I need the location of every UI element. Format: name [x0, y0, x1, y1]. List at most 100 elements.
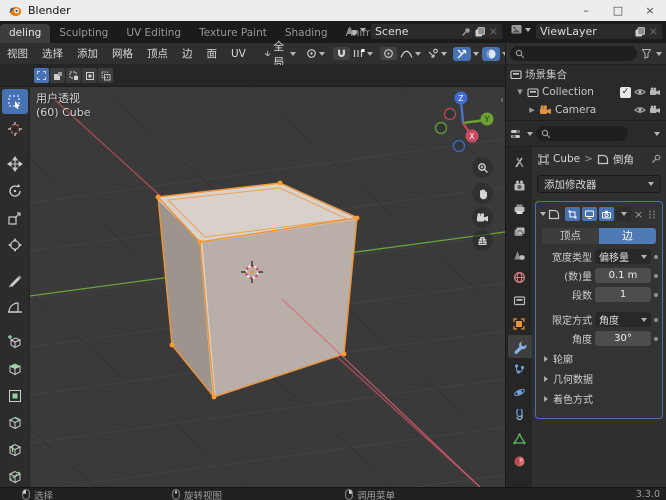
scene-unlink-icon[interactable]: × [489, 25, 498, 38]
menu-add[interactable]: 添加 [70, 46, 105, 61]
editor-type-chevron[interactable] [527, 131, 533, 136]
viewport-shading-button[interactable] [481, 46, 500, 61]
breadcrumb-modifier[interactable]: 倒角 [613, 152, 634, 167]
tab-particles[interactable] [506, 358, 532, 381]
tab-tool[interactable] [506, 151, 532, 174]
add-modifier-button[interactable]: 添加修改器 [537, 175, 661, 193]
affect-vertices-button[interactable]: 顶点 [542, 228, 599, 244]
outliner-search-field[interactable] [510, 46, 637, 61]
breadcrumb-object[interactable]: Cube [553, 153, 580, 165]
viewlayer-remove-icon[interactable]: × [649, 25, 658, 38]
tool-add-cube-button[interactable] [2, 329, 28, 354]
select-mode-invert-button[interactable] [82, 68, 97, 83]
menu-face[interactable]: 面 [200, 46, 225, 61]
eye-icon[interactable] [634, 87, 646, 97]
gizmo-axis-neg-x[interactable] [443, 107, 457, 121]
tool-loop-cut-button[interactable] [2, 437, 28, 462]
tool-select-box-button[interactable] [1, 89, 28, 114]
outliner-row-collection[interactable]: ▼ Collection ✓ [506, 83, 666, 101]
tool-rotate-button[interactable] [2, 178, 28, 203]
tab-render[interactable] [506, 174, 532, 197]
animate-dot[interactable] [654, 254, 658, 259]
duplicate-icon[interactable] [474, 26, 486, 38]
collection-checkbox[interactable]: ✓ [620, 86, 631, 98]
falloff-dropdown[interactable] [397, 47, 424, 60]
modifier-delete-icon[interactable]: × [634, 208, 643, 221]
menu-edge[interactable]: 边 [175, 46, 200, 61]
tool-move-button[interactable] [2, 151, 28, 176]
tool-annotate-button[interactable] [2, 267, 28, 292]
tab-view-layer[interactable] [506, 220, 532, 243]
segments-field[interactable]: 1 [595, 287, 651, 302]
cube-mesh[interactable] [155, 180, 360, 400]
maximize-button[interactable]: □ [602, 0, 634, 21]
camera-expand-icon[interactable]: ▶ [528, 106, 536, 114]
tool-cursor-button[interactable] [2, 116, 28, 141]
pivot-point-dropdown[interactable] [303, 47, 328, 60]
animate-dot[interactable] [654, 336, 658, 341]
sidebar-collapse-arrow[interactable]: ‹ [500, 95, 504, 106]
tab-physics[interactable] [506, 381, 532, 404]
zoom-view-button[interactable] [472, 157, 493, 178]
gizmo-axis-neg-y[interactable] [434, 121, 448, 135]
menu-vertex[interactable]: 顶点 [140, 46, 175, 61]
tab-output[interactable] [506, 197, 532, 220]
angle-field[interactable]: 30° [595, 331, 651, 346]
menu-mesh[interactable]: 网格 [105, 46, 140, 61]
tab-collection-properties[interactable] [506, 289, 532, 312]
tab-scene[interactable] [506, 243, 532, 266]
snap-toggle[interactable] [332, 47, 350, 60]
outliner-row-scene-collection[interactable]: 场景集合 [506, 65, 666, 83]
tool-transform-button[interactable] [2, 232, 28, 257]
pin-icon[interactable] [461, 27, 471, 37]
tab-modifier-properties[interactable] [508, 335, 532, 358]
tab-world[interactable] [506, 266, 532, 289]
viewport-3d[interactable]: 用户透视 (60) Cube Z Y X ‹ [0, 87, 505, 487]
animate-dot[interactable] [654, 317, 658, 322]
tool-measure-button[interactable] [2, 294, 28, 319]
perspective-toggle-button[interactable] [472, 230, 493, 251]
tool-extrude-region-button[interactable] [2, 356, 28, 381]
select-mode-new-button[interactable] [34, 68, 49, 83]
amount-field[interactable]: 0.1 m [595, 268, 651, 283]
menu-uv[interactable]: UV [224, 48, 253, 60]
affect-edges-button[interactable]: 边 [599, 228, 656, 244]
editor-type-icon[interactable] [510, 128, 524, 140]
menu-view[interactable]: 视图 [0, 46, 35, 61]
gizmo-axis-neg-z[interactable] [452, 139, 466, 153]
tab-material[interactable] [506, 450, 532, 473]
properties-options-chevron[interactable] [654, 131, 660, 136]
filter-funnel-icon[interactable] [641, 48, 652, 59]
modifier-extras-dropdown[interactable] [616, 207, 631, 221]
pan-view-button[interactable] [472, 183, 493, 204]
limit-method-dropdown[interactable]: 角度 [595, 312, 651, 327]
tab-object-properties[interactable] [506, 312, 532, 335]
menu-select[interactable]: 选择 [35, 46, 70, 61]
tab-uv-editing[interactable]: UV Editing [117, 24, 190, 43]
drag-handle-icon[interactable] [648, 210, 658, 219]
proportional-editing-toggle[interactable] [379, 47, 397, 60]
tool-bevel-button[interactable] [2, 410, 28, 435]
width-type-dropdown[interactable]: 偏移量 [595, 249, 651, 264]
camera-view-button[interactable] [472, 207, 493, 228]
select-mode-extend-button[interactable] [50, 68, 65, 83]
select-mode-intersect-button[interactable] [98, 68, 113, 83]
tab-modeling[interactable]: deling [0, 24, 51, 43]
animate-dot[interactable] [654, 292, 658, 297]
panel-expand-chevron[interactable] [540, 212, 546, 216]
render-display-toggle[interactable] [599, 207, 614, 221]
pin-icon[interactable] [651, 154, 661, 164]
editmode-display-toggle[interactable] [565, 207, 580, 221]
tool-scale-button[interactable] [2, 205, 28, 230]
tab-object-data[interactable] [506, 427, 532, 450]
animate-dot[interactable] [654, 273, 658, 278]
tool-knife-button[interactable] [2, 464, 28, 487]
properties-search-field[interactable] [536, 126, 628, 141]
minimize-button[interactable]: – [570, 0, 602, 21]
viewlayer-name-field[interactable]: ViewLayer × [535, 23, 663, 40]
section-geometry[interactable]: 几何数据 [540, 370, 658, 387]
overlays-toggle[interactable] [452, 46, 471, 61]
show-gizmo-dropdown[interactable] [424, 47, 450, 61]
close-button[interactable]: × [634, 0, 666, 21]
select-mode-subtract-button[interactable] [66, 68, 81, 83]
